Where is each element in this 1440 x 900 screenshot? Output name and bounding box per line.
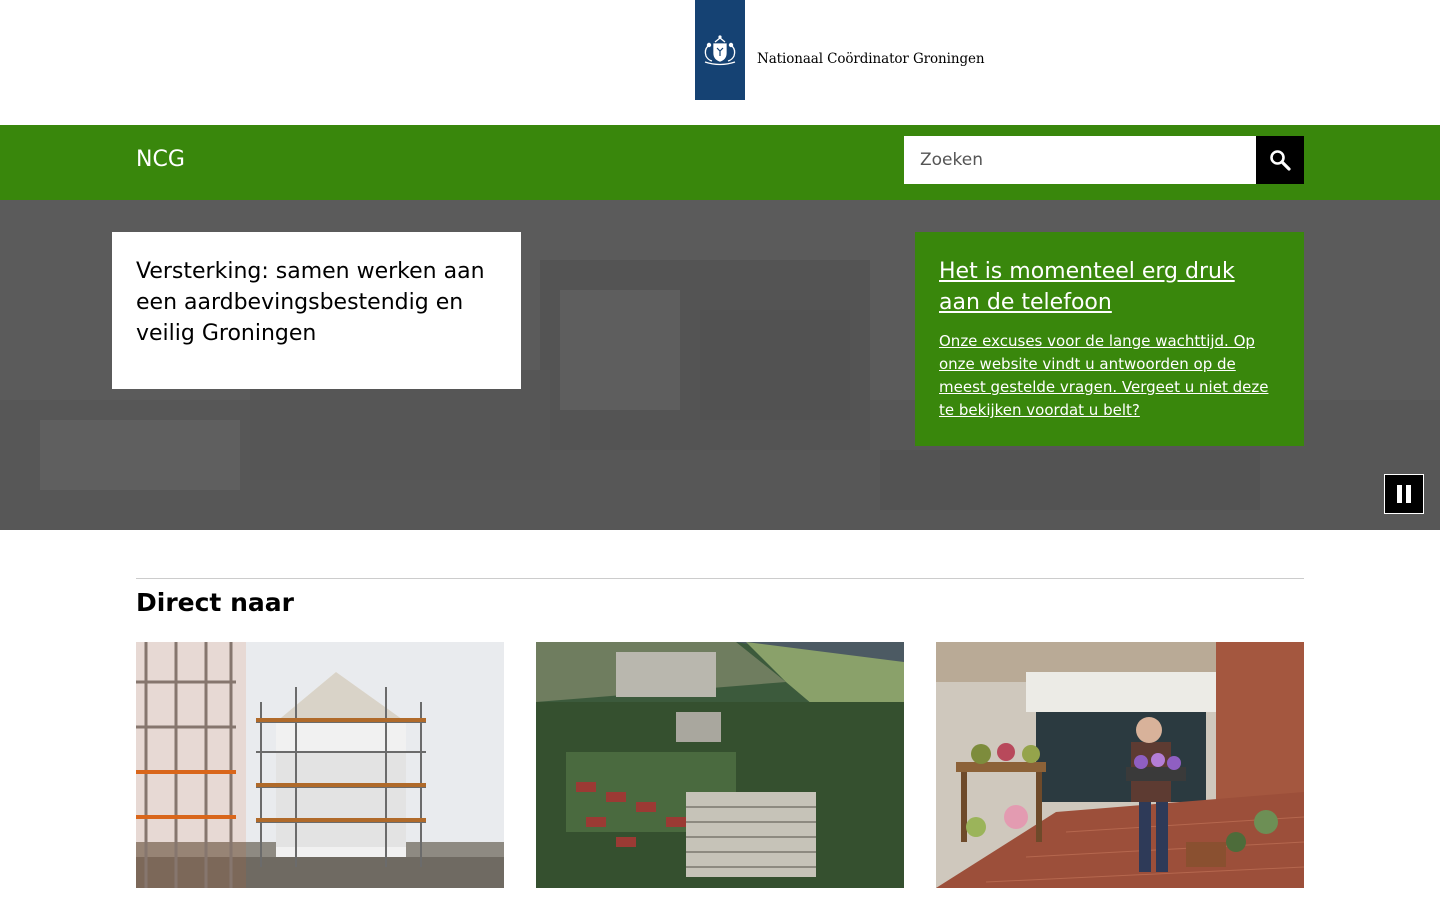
slideshow-pause-button[interactable]	[1384, 474, 1424, 514]
site-name-link[interactable]: NCG	[136, 147, 185, 172]
hero-card[interactable]: Versterking: samen werken aan een aardbe…	[112, 232, 521, 389]
logo-header: Nationaal Coördinator Groningen	[0, 0, 1440, 125]
organisation-name: Nationaal Coördinator Groningen	[757, 51, 985, 67]
aerial-view-apartment-flats-photo	[536, 642, 904, 888]
direct-naar-heading: Direct naar	[136, 588, 294, 617]
coat-of-arms-icon	[704, 35, 736, 66]
hero-banner: Versterking: samen werken aan een aardbe…	[0, 200, 1440, 530]
flower-shop-owner-photo	[936, 642, 1304, 888]
section-divider	[136, 578, 1304, 579]
top-navigation: NCG	[0, 125, 1440, 200]
search-button[interactable]	[1256, 136, 1304, 184]
rijksoverheid-logo[interactable]	[695, 0, 745, 100]
search-input[interactable]	[904, 136, 1256, 184]
notice-body-link[interactable]: Onze excuses voor de lange wachttijd. Op…	[939, 330, 1280, 422]
house-with-scaffolding-photo	[136, 642, 504, 888]
tile-aerial-flats[interactable]	[536, 642, 904, 888]
notice-title-link[interactable]: Het is momenteel erg druk aan de telefoo…	[939, 256, 1280, 318]
pause-icon	[1397, 485, 1411, 503]
search-icon	[1270, 150, 1291, 171]
hero-card-title: Versterking: samen werken aan een aardbe…	[136, 259, 485, 346]
tile-house-scaffolding[interactable]	[136, 642, 504, 888]
notice-card: Het is momenteel erg druk aan de telefoo…	[915, 232, 1304, 446]
tile-flower-shop[interactable]	[936, 642, 1304, 888]
